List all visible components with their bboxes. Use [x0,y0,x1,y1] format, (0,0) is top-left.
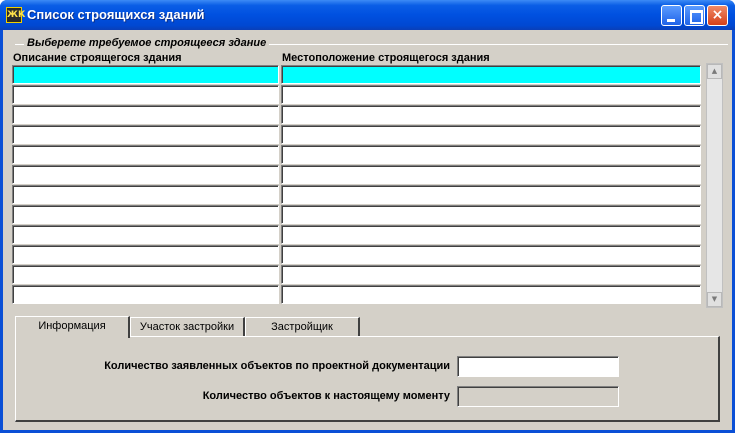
description-cell[interactable] [12,85,279,104]
tab-information[interactable]: Информация [15,316,130,338]
location-cell[interactable] [281,125,701,144]
app-icon: ЖК [6,7,25,23]
description-cell[interactable] [12,145,279,164]
column-header-location: Местоположение строящегося здания [282,52,490,64]
title-bar[interactable]: ЖК Список строящихся зданий × [0,0,735,30]
description-cell[interactable] [12,125,279,144]
table-scrollbar[interactable]: ▲ ▼ [706,63,723,308]
scroll-up-icon[interactable]: ▲ [707,64,722,79]
column-header-description: Описание строящегося здания [13,52,182,64]
location-cell[interactable] [281,265,701,284]
description-cell[interactable] [12,185,279,204]
location-cell[interactable] [281,65,701,84]
description-cell[interactable] [12,245,279,264]
declared-objects-field[interactable] [457,356,619,377]
declared-objects-label: Количество заявленных объектов по проект… [104,360,450,372]
current-objects-label: Количество объектов к настоящему моменту [202,390,450,402]
description-cell[interactable] [12,105,279,124]
minimize-button[interactable] [661,5,682,26]
location-cell[interactable] [281,165,701,184]
description-cell[interactable] [12,205,279,224]
client-area: Выберете требуемое строящееся здание Опи… [3,30,732,430]
scroll-down-icon[interactable]: ▼ [707,292,722,307]
location-cell[interactable] [281,245,701,264]
current-objects-field[interactable] [457,386,619,407]
location-cell[interactable] [281,85,701,104]
description-cell[interactable] [12,65,279,84]
location-cell[interactable] [281,225,701,244]
tab-panel-information: Количество заявленных объектов по проект… [15,336,720,422]
location-cell[interactable] [281,145,701,164]
location-cell[interactable] [281,285,701,304]
description-cell[interactable] [12,165,279,184]
location-cell[interactable] [281,205,701,224]
window-title: Список строящихся зданий [27,7,205,22]
description-cell[interactable] [12,225,279,244]
close-button[interactable]: × [707,5,728,26]
group-label: Выберете требуемое строящееся здание [24,37,270,49]
tab-developer[interactable]: Застройщик [245,317,360,337]
location-cell[interactable] [281,105,701,124]
location-cell[interactable] [281,185,701,204]
tab-construction-site[interactable]: Участок застройки [130,317,245,337]
description-cell[interactable] [12,265,279,284]
close-icon: × [711,7,724,23]
description-cell[interactable] [12,285,279,304]
app-window: ЖК Список строящихся зданий × Выберете т… [0,0,735,433]
maximize-button[interactable] [684,5,705,26]
